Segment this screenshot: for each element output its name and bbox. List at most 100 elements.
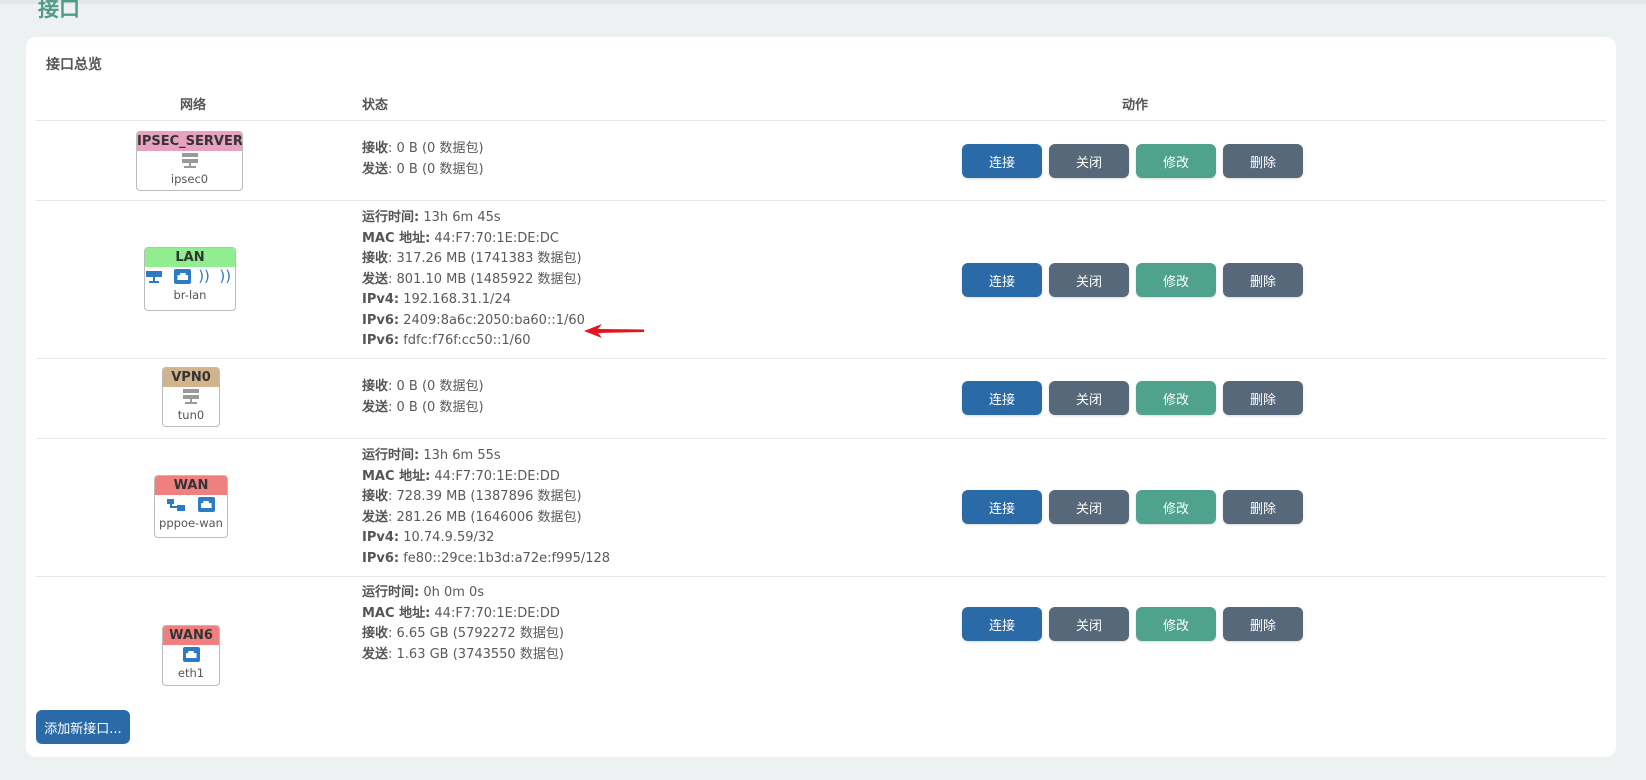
wifi-icon: )) — [198, 267, 210, 285]
status-value: : 0 B (0 数据包) — [388, 399, 484, 415]
interface-name: WAN6 — [163, 626, 219, 645]
interface-device: eth1 — [177, 666, 205, 680]
page-title: 接口 — [38, 0, 80, 21]
delete-button[interactable]: 删除 — [1223, 381, 1303, 415]
column-header-action: 动作 — [1122, 98, 1149, 113]
interface-status: 运行时间: 0h 0m 0s MAC 地址: 44:F7:70:1E:DE:DD… — [362, 583, 564, 665]
interface-badge-lan[interactable]: LAN )) )) br-lan — [144, 247, 236, 311]
table-row — [36, 438, 1606, 576]
interface-badge-wan6[interactable]: WAN6 eth1 — [162, 625, 220, 686]
status-value: : 0 B (0 数据包) — [388, 379, 484, 394]
interface-name: IPSEC_SERVER — [137, 132, 243, 151]
status-label: IPv6: — [362, 333, 400, 348]
delete-button[interactable]: 删除 — [1223, 490, 1303, 524]
status-label: 发送 — [362, 271, 389, 287]
card-title: 接口总览 — [46, 57, 102, 73]
status-value: : 0 B (0 数据包) — [388, 141, 484, 156]
status-value: 192.168.31.1/24 — [399, 292, 511, 307]
status-label: 接收 — [362, 251, 389, 266]
interface-status: 接收: 0 B (0 数据包) 发送: 0 B (0 数据包) — [362, 377, 484, 418]
status-value: fdfc:f76f:cc50::1/60 — [399, 333, 531, 348]
status-label: 发送 — [362, 646, 389, 662]
status-value: 44:F7:70:1E:DE:DC — [430, 230, 559, 246]
ethernet-icon — [197, 497, 215, 512]
interface-device: br-lan — [173, 288, 207, 302]
edit-button[interactable]: 修改 — [1136, 607, 1216, 641]
status-value: : 728.39 MB (1387896 数据包) — [388, 489, 582, 504]
status-label: 发送 — [362, 399, 389, 415]
connect-button[interactable]: 连接 — [962, 144, 1042, 178]
ethernet-icon — [182, 647, 200, 662]
status-value: fe80::29ce:1b3d:a72e:f995/128 — [399, 550, 611, 566]
interface-name: WAN — [155, 476, 227, 495]
interface-status: 运行时间: 13h 6m 55s MAC 地址: 44:F7:70:1E:DE:… — [362, 446, 610, 569]
interface-badge-wan[interactable]: WAN pppoe-wan — [154, 475, 228, 538]
interface-badge-ipsec[interactable]: IPSEC_SERVER ipsec0 — [136, 131, 243, 191]
status-label: IPv4: — [362, 530, 400, 545]
add-interface-button[interactable]: 添加新接口... — [36, 710, 130, 744]
edit-button[interactable]: 修改 — [1136, 490, 1216, 524]
top-bar — [0, 0, 1646, 4]
status-label: MAC 地址: — [362, 468, 431, 484]
status-label: IPv6: — [362, 550, 400, 566]
delete-button[interactable]: 删除 — [1223, 144, 1303, 178]
ethernet-icon — [174, 269, 192, 284]
server-icon — [183, 389, 199, 405]
status-value: : 281.26 MB (1646006 数据包) — [388, 509, 582, 525]
close-button[interactable]: 关闭 — [1049, 607, 1129, 641]
status-value: 44:F7:70:1E:DE:DD — [430, 605, 560, 621]
interface-device: tun0 — [177, 408, 205, 422]
table-row — [36, 576, 1606, 676]
server-icon — [181, 153, 198, 169]
column-header-network: 网络 — [180, 98, 207, 113]
status-label: IPv4: — [362, 292, 400, 307]
wifi-icon: )) — [219, 267, 232, 285]
interface-badge-vpn0[interactable]: VPN0 tun0 — [162, 367, 220, 427]
connect-button[interactable]: 连接 — [962, 381, 1042, 415]
table-row — [36, 358, 1606, 438]
edit-button[interactable]: 修改 — [1136, 381, 1216, 415]
status-label: 接收 — [362, 379, 389, 394]
status-label: 运行时间: — [362, 585, 420, 600]
delete-button[interactable]: 删除 — [1223, 263, 1303, 297]
table-row — [36, 200, 1606, 358]
table-row — [36, 120, 1606, 200]
close-button[interactable]: 关闭 — [1049, 263, 1129, 297]
status-value: 0h 0m 0s — [419, 585, 485, 600]
interface-device: ipsec0 — [170, 172, 209, 186]
close-button[interactable]: 关闭 — [1049, 490, 1129, 524]
status-value: 10.74.9.59/32 — [399, 530, 495, 545]
connect-button[interactable]: 连接 — [962, 607, 1042, 641]
close-button[interactable]: 关闭 — [1049, 144, 1129, 178]
bridge-icon — [146, 270, 163, 283]
status-value: : 317.26 MB (1741383 数据包) — [388, 251, 582, 266]
status-value: : 1.63 GB (3743550 数据包) — [388, 646, 564, 662]
delete-button[interactable]: 删除 — [1223, 607, 1303, 641]
interface-status: 接收: 0 B (0 数据包) 发送: 0 B (0 数据包) — [362, 139, 484, 180]
interface-name: VPN0 — [163, 368, 219, 387]
status-label: 运行时间: — [362, 448, 420, 463]
status-label: 接收 — [362, 141, 389, 156]
status-value: 44:F7:70:1E:DE:DD — [430, 468, 560, 484]
edit-button[interactable]: 修改 — [1136, 144, 1216, 178]
status-value: 13h 6m 45s — [419, 210, 501, 225]
edit-button[interactable]: 修改 — [1136, 263, 1216, 297]
status-label: MAC 地址: — [362, 605, 431, 621]
status-label: 接收 — [362, 626, 389, 641]
interface-status: 运行时间: 13h 6m 45s MAC 地址: 44:F7:70:1E:DE:… — [362, 208, 585, 352]
status-value: 2409:8a6c:2050:ba60::1/60 — [399, 312, 585, 328]
status-value: : 801.10 MB (1485922 数据包) — [388, 271, 582, 287]
status-label: IPv6: — [362, 312, 400, 328]
status-label: 接收 — [362, 489, 389, 504]
status-label: 运行时间: — [362, 210, 420, 225]
close-button[interactable]: 关闭 — [1049, 381, 1129, 415]
connect-button[interactable]: 连接 — [962, 263, 1042, 297]
interfaces-card: 接口总览 网络 状态 动作 IPSEC_SERVER ipsec0 接收: 0 … — [26, 37, 1616, 757]
status-label: 发送 — [362, 509, 389, 525]
connect-button[interactable]: 连接 — [962, 490, 1042, 524]
interface-device: pppoe-wan — [159, 516, 223, 530]
status-value: 13h 6m 55s — [419, 448, 501, 463]
interface-name: LAN — [145, 248, 235, 267]
status-label: 发送 — [362, 161, 389, 177]
column-header-status: 状态 — [362, 98, 389, 113]
